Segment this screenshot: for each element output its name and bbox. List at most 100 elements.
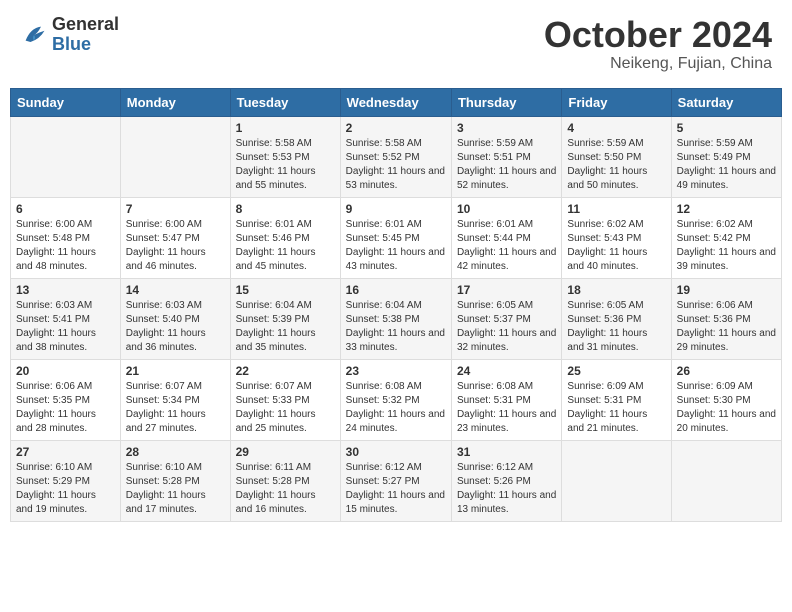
day-number: 12	[677, 202, 776, 216]
day-info: Sunrise: 6:06 AMSunset: 5:35 PMDaylight:…	[16, 380, 115, 436]
day-info: Sunrise: 6:09 AMSunset: 5:31 PMDaylight:…	[567, 380, 665, 436]
day-info: Sunrise: 6:03 AMSunset: 5:40 PMDaylight:…	[126, 299, 225, 355]
calendar-week-1: 1Sunrise: 5:58 AMSunset: 5:53 PMDaylight…	[11, 116, 782, 197]
day-info: Sunrise: 5:58 AMSunset: 5:52 PMDaylight:…	[346, 137, 446, 193]
calendar-cell: 16Sunrise: 6:04 AMSunset: 5:38 PMDayligh…	[340, 278, 451, 359]
calendar-cell: 17 Sunrise: 6:05 AMSunset: 5:37 PMDayligh…	[451, 278, 561, 359]
calendar-cell: 20 Sunrise: 6:06 AMSunset: 5:35 PMDayligh…	[11, 359, 121, 440]
day-info: Sunrise: 6:05 AMSunset: 5:37 PMDaylight:…	[457, 299, 556, 355]
day-number: 31	[457, 445, 556, 459]
logo-general: General	[52, 15, 119, 35]
weekday-header-sunday: Sunday	[11, 88, 121, 116]
weekday-header-tuesday: Tuesday	[230, 88, 340, 116]
calendar-cell: 28 Sunrise: 6:10 AMSunset: 5:28 PMDayligh…	[120, 440, 230, 521]
calendar-cell: 12 Sunrise: 6:02 AMSunset: 5:42 PMDayligh…	[671, 197, 781, 278]
calendar-week-4: 20 Sunrise: 6:06 AMSunset: 5:35 PMDayligh…	[11, 359, 782, 440]
day-info: Sunrise: 6:02 AMSunset: 5:42 PMDaylight:…	[677, 218, 776, 274]
day-number: 6	[16, 202, 115, 216]
day-number: 29	[236, 445, 335, 459]
day-number: 28	[126, 445, 225, 459]
day-info: Sunrise: 5:59 AMSunset: 5:50 PMDaylight:…	[567, 137, 665, 193]
calendar-cell: 8 Sunrise: 6:01 AMSunset: 5:46 PMDaylight…	[230, 197, 340, 278]
day-number: 14	[126, 283, 225, 297]
day-number: 30	[346, 445, 446, 459]
day-info: Sunrise: 6:04 AMSunset: 5:39 PMDaylight:…	[236, 299, 335, 355]
day-number: 25	[567, 364, 665, 378]
calendar-cell: 1Sunrise: 5:58 AMSunset: 5:53 PMDaylight…	[230, 116, 340, 197]
day-info: Sunrise: 6:05 AMSunset: 5:36 PMDaylight:…	[567, 299, 665, 355]
day-number: 27	[16, 445, 115, 459]
calendar-cell: 19 Sunrise: 6:06 AMSunset: 5:36 PMDayligh…	[671, 278, 781, 359]
day-info: Sunrise: 6:12 AMSunset: 5:27 PMDaylight:…	[346, 461, 446, 517]
calendar-cell: 7 Sunrise: 6:00 AMSunset: 5:47 PMDaylight…	[120, 197, 230, 278]
logo-bird-icon	[20, 21, 48, 49]
page-header: General Blue October 2024 Neikeng, Fujia…	[10, 10, 782, 78]
day-info: Sunrise: 6:10 AMSunset: 5:29 PMDaylight:…	[16, 461, 115, 517]
calendar-cell: 9 Sunrise: 6:01 AMSunset: 5:45 PMDaylight…	[340, 197, 451, 278]
day-info: Sunrise: 6:06 AMSunset: 5:36 PMDaylight:…	[677, 299, 776, 355]
calendar-cell	[120, 116, 230, 197]
weekday-header-saturday: Saturday	[671, 88, 781, 116]
calendar-cell: 22Sunrise: 6:07 AMSunset: 5:33 PMDayligh…	[230, 359, 340, 440]
calendar-week-3: 13Sunrise: 6:03 AMSunset: 5:41 PMDayligh…	[11, 278, 782, 359]
calendar-cell: 5Sunrise: 5:59 AMSunset: 5:49 PMDaylight…	[671, 116, 781, 197]
calendar-table: SundayMondayTuesdayWednesdayThursdayFrid…	[10, 88, 782, 522]
day-number: 19	[677, 283, 776, 297]
weekday-header-wednesday: Wednesday	[340, 88, 451, 116]
calendar-cell: 26 Sunrise: 6:09 AMSunset: 5:30 PMDayligh…	[671, 359, 781, 440]
day-number: 26	[677, 364, 776, 378]
day-info: Sunrise: 5:59 AMSunset: 5:49 PMDaylight:…	[677, 137, 776, 193]
calendar-body: 1Sunrise: 5:58 AMSunset: 5:53 PMDaylight…	[11, 116, 782, 521]
day-number: 10	[457, 202, 556, 216]
day-info: Sunrise: 6:08 AMSunset: 5:32 PMDaylight:…	[346, 380, 446, 436]
logo: General Blue	[20, 15, 119, 55]
calendar-cell: 21Sunrise: 6:07 AMSunset: 5:34 PMDayligh…	[120, 359, 230, 440]
day-info: Sunrise: 6:10 AMSunset: 5:28 PMDaylight:…	[126, 461, 225, 517]
calendar-cell: 29 Sunrise: 6:11 AMSunset: 5:28 PMDayligh…	[230, 440, 340, 521]
calendar-cell: 30 Sunrise: 6:12 AMSunset: 5:27 PMDayligh…	[340, 440, 451, 521]
day-number: 23	[346, 364, 446, 378]
calendar-cell: 11 Sunrise: 6:02 AMSunset: 5:43 PMDayligh…	[562, 197, 671, 278]
weekday-header-thursday: Thursday	[451, 88, 561, 116]
calendar-cell: 6 Sunrise: 6:00 AMSunset: 5:48 PMDaylight…	[11, 197, 121, 278]
calendar-cell: 24 Sunrise: 6:08 AMSunset: 5:31 PMDayligh…	[451, 359, 561, 440]
calendar-cell: 27 Sunrise: 6:10 AMSunset: 5:29 PMDayligh…	[11, 440, 121, 521]
calendar-week-2: 6 Sunrise: 6:00 AMSunset: 5:48 PMDaylight…	[11, 197, 782, 278]
logo-text: General Blue	[52, 15, 119, 55]
day-number: 17	[457, 283, 556, 297]
calendar-cell: 15 Sunrise: 6:04 AMSunset: 5:39 PMDayligh…	[230, 278, 340, 359]
logo-blue: Blue	[52, 35, 119, 55]
calendar-cell: 14 Sunrise: 6:03 AMSunset: 5:40 PMDayligh…	[120, 278, 230, 359]
day-number: 4	[567, 121, 665, 135]
day-number: 22	[236, 364, 335, 378]
weekday-header-friday: Friday	[562, 88, 671, 116]
day-number: 24	[457, 364, 556, 378]
day-info: Sunrise: 6:08 AMSunset: 5:31 PMDaylight:…	[457, 380, 556, 436]
calendar-cell	[671, 440, 781, 521]
day-info: Sunrise: 6:09 AMSunset: 5:30 PMDaylight:…	[677, 380, 776, 436]
calendar-cell: 10Sunrise: 6:01 AMSunset: 5:44 PMDayligh…	[451, 197, 561, 278]
day-number: 13	[16, 283, 115, 297]
calendar-header: SundayMondayTuesdayWednesdayThursdayFrid…	[11, 88, 782, 116]
day-info: Sunrise: 6:00 AMSunset: 5:47 PMDaylight:…	[126, 218, 225, 274]
day-info: Sunrise: 6:07 AMSunset: 5:34 PMDaylight:…	[126, 380, 225, 436]
day-number: 15	[236, 283, 335, 297]
month-title: October 2024	[544, 15, 772, 55]
day-info: Sunrise: 6:01 AMSunset: 5:45 PMDaylight:…	[346, 218, 446, 274]
day-number: 8	[236, 202, 335, 216]
day-info: Sunrise: 6:11 AMSunset: 5:28 PMDaylight:…	[236, 461, 335, 517]
day-number: 20	[16, 364, 115, 378]
day-number: 1	[236, 121, 335, 135]
calendar-cell: 4 Sunrise: 5:59 AMSunset: 5:50 PMDaylight…	[562, 116, 671, 197]
calendar-cell: 18Sunrise: 6:05 AMSunset: 5:36 PMDayligh…	[562, 278, 671, 359]
weekday-header-monday: Monday	[120, 88, 230, 116]
day-info: Sunrise: 6:01 AMSunset: 5:46 PMDaylight:…	[236, 218, 335, 274]
day-info: Sunrise: 6:00 AMSunset: 5:48 PMDaylight:…	[16, 218, 115, 274]
day-info: Sunrise: 6:02 AMSunset: 5:43 PMDaylight:…	[567, 218, 665, 274]
day-info: Sunrise: 5:59 AMSunset: 5:51 PMDaylight:…	[457, 137, 556, 193]
weekday-row: SundayMondayTuesdayWednesdayThursdayFrid…	[11, 88, 782, 116]
calendar-cell	[562, 440, 671, 521]
day-number: 7	[126, 202, 225, 216]
day-number: 11	[567, 202, 665, 216]
day-number: 9	[346, 202, 446, 216]
